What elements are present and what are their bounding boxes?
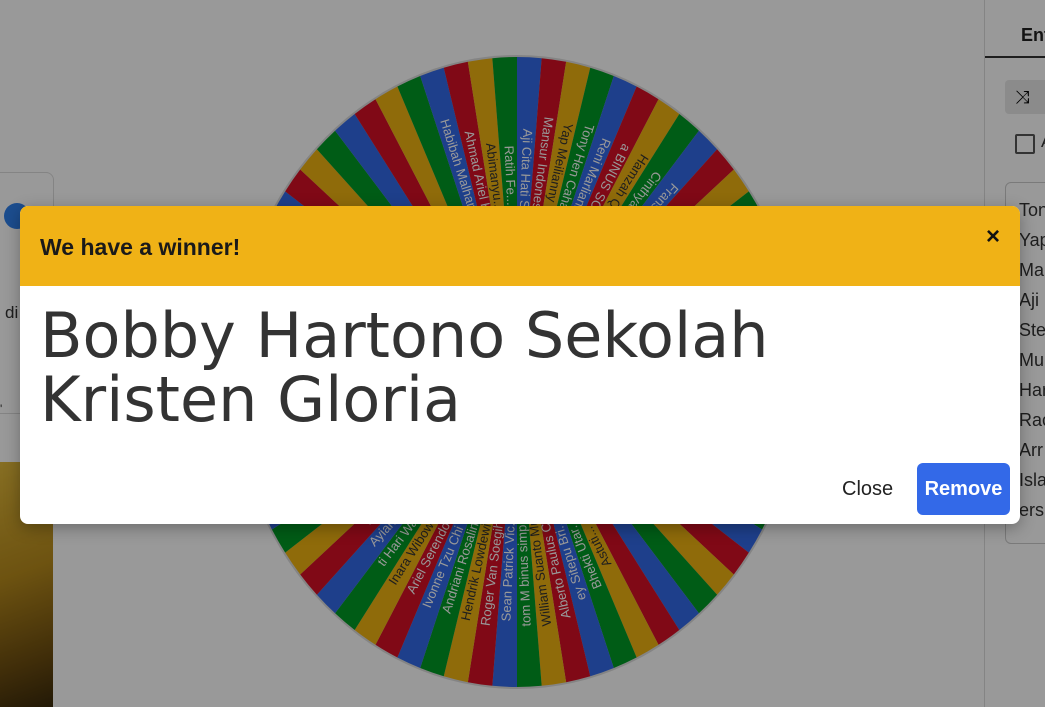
dialog-title: We have a winner! [40,234,241,260]
close-icon[interactable]: × [986,225,1000,249]
remove-button[interactable]: Remove [917,463,1010,515]
close-button[interactable]: Close [842,478,893,501]
winner-dialog: We have a winner! × Bobby Hartono Sekola… [20,206,1020,524]
winner-name: Bobby Hartono Sekolah Kristen Gloria [40,299,769,436]
dialog-header: We have a winner! × [20,206,1020,286]
